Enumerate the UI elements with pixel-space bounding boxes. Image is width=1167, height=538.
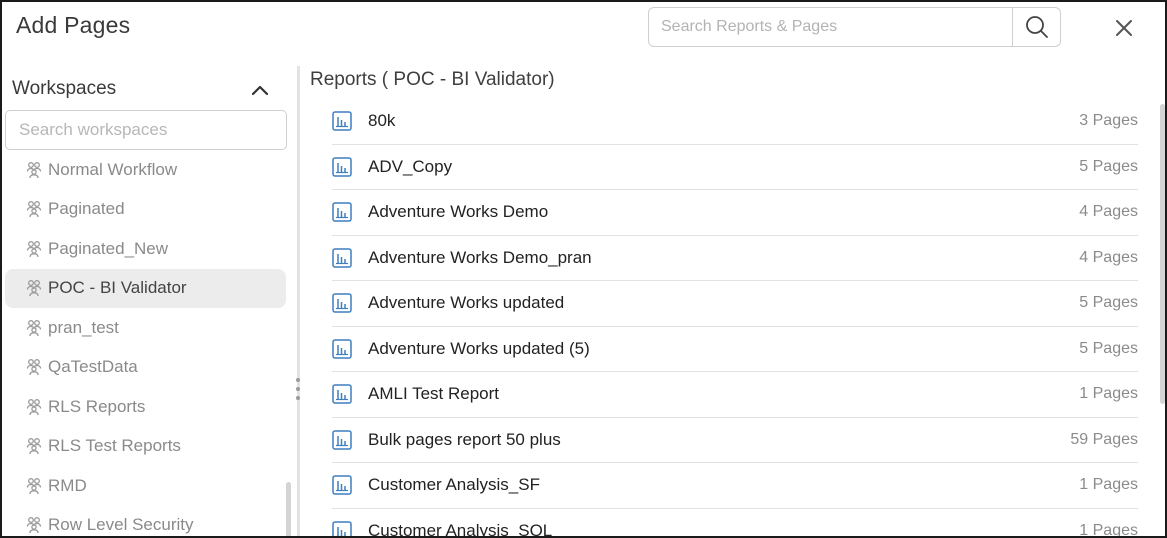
workspace-item[interactable]: QaTestData: [5, 348, 286, 388]
workspace-item-label: pran_test: [48, 317, 119, 337]
workspace-icon: [25, 239, 45, 259]
workspace-item-label: RMD: [48, 475, 87, 495]
report-page-count: 1 Pages: [1079, 476, 1138, 494]
report-icon: [332, 248, 352, 268]
workspace-item-label: QaTestData: [48, 357, 138, 377]
close-button[interactable]: [1110, 14, 1138, 42]
reports-scrollbar[interactable]: [1160, 104, 1165, 404]
reports-list: 80k 3 Pages ADV_Copy 5 Pages Adventure Works…: [332, 99, 1138, 538]
report-icon: [332, 384, 352, 404]
report-row[interactable]: Customer Analysis_SQL 1 Pages: [332, 509, 1138, 538]
reports-search-box: [648, 7, 1061, 47]
workspace-item[interactable]: Paginated: [5, 190, 286, 230]
workspace-item[interactable]: Normal Workflow: [5, 150, 286, 190]
panel-divider: [297, 66, 300, 536]
workspace-item-label: Paginated: [48, 199, 125, 219]
workspace-item[interactable]: RLS Test Reports: [5, 427, 286, 467]
workspace-item[interactable]: pran_test: [5, 308, 286, 348]
workspace-item-label: RLS Test Reports: [48, 436, 181, 456]
report-page-count: 4 Pages: [1079, 248, 1138, 266]
report-page-count: 5 Pages: [1079, 339, 1138, 357]
workspace-item[interactable]: Row Level Security: [5, 506, 286, 537]
workspace-item-label: Normal Workflow: [48, 159, 178, 179]
report-name: Adventure Works updated (5): [368, 338, 590, 358]
search-icon: [1025, 16, 1048, 38]
report-row[interactable]: Customer Analysis_SF 1 Pages: [332, 463, 1138, 509]
dialog-title: Add Pages: [16, 12, 131, 38]
workspace-item-label: Row Level Security: [48, 515, 194, 535]
report-row[interactable]: Adventure Works updated 5 Pages: [332, 281, 1138, 327]
report-icon: [332, 521, 352, 536]
workspace-item[interactable]: RMD: [5, 466, 286, 506]
workspace-item-label: POC - BI Validator: [48, 278, 187, 298]
report-icon: [332, 339, 352, 359]
report-icon: [332, 430, 352, 450]
workspaces-title: Workspaces: [12, 78, 117, 99]
report-name: Customer Analysis_SF: [368, 475, 540, 495]
report-page-count: 5 Pages: [1079, 294, 1138, 312]
report-icon: [332, 293, 352, 313]
workspace-icon: [25, 318, 45, 338]
workspace-icon: [25, 515, 45, 535]
workspaces-header: Workspaces: [12, 76, 276, 104]
report-name: Adventure Works Demo_pran: [368, 247, 592, 267]
workspace-item-label: RLS Reports: [48, 396, 146, 416]
workspace-icon: [25, 397, 45, 417]
workspace-scrollbar[interactable]: [286, 482, 291, 536]
workspaces-collapse-button[interactable]: [248, 78, 272, 102]
workspace-icon: [25, 278, 45, 298]
report-icon: [332, 475, 352, 495]
report-icon: [332, 202, 352, 222]
report-page-count: 4 Pages: [1079, 203, 1138, 221]
report-icon: [332, 157, 352, 177]
report-row[interactable]: Adventure Works Demo 4 Pages: [332, 190, 1138, 236]
workspace-list: Normal Workflow Paginated Paginated_New POC…: [5, 150, 286, 537]
report-name: 80k: [368, 111, 396, 131]
workspace-icon: [25, 476, 45, 496]
reports-heading: Reports ( POC - BI Validator): [310, 69, 555, 90]
report-page-count: 5 Pages: [1079, 157, 1138, 175]
report-row[interactable]: Bulk pages report 50 plus 59 Pages: [332, 418, 1138, 463]
report-name: Adventure Works updated: [368, 293, 565, 313]
add-pages-dialog: Add Pages Workspaces Normal Workflow Pagi…: [0, 0, 1167, 538]
workspace-item[interactable]: RLS Reports: [5, 387, 286, 427]
report-page-count: 1 Pages: [1079, 385, 1138, 403]
search-button[interactable]: [1012, 8, 1060, 46]
report-row[interactable]: AMLI Test Report 1 Pages: [332, 372, 1138, 418]
report-name: Customer Analysis_SQL: [368, 520, 553, 538]
workspace-icon: [25, 436, 45, 456]
workspace-search-field: [5, 110, 287, 150]
report-name: Bulk pages report 50 plus: [368, 429, 561, 449]
workspace-item-label: Paginated_New: [48, 238, 169, 258]
report-icon: [332, 111, 352, 131]
workspace-icon: [25, 357, 45, 377]
report-name: ADV_Copy: [368, 156, 453, 176]
workspace-item[interactable]: Paginated_New: [5, 229, 286, 269]
report-page-count: 59 Pages: [1070, 430, 1138, 448]
workspace-icon: [25, 199, 45, 219]
report-row[interactable]: 80k 3 Pages: [332, 99, 1138, 145]
report-page-count: 3 Pages: [1079, 112, 1138, 130]
reports-search-input[interactable]: [649, 8, 1013, 46]
resize-handle[interactable]: [295, 378, 301, 400]
workspace-item[interactable]: POC - BI Validator: [5, 268, 286, 308]
report-name: Adventure Works Demo: [368, 202, 549, 222]
report-row[interactable]: Adventure Works Demo_pran 4 Pages: [332, 236, 1138, 281]
report-row[interactable]: ADV_Copy 5 Pages: [332, 145, 1138, 190]
report-page-count: 1 Pages: [1079, 521, 1138, 538]
chevron-up-icon: [251, 85, 269, 96]
workspace-icon: [25, 160, 45, 180]
close-icon: [1116, 20, 1132, 36]
workspace-search-input[interactable]: [6, 111, 286, 149]
report-row[interactable]: Adventure Works updated (5) 5 Pages: [332, 327, 1138, 372]
report-name: AMLI Test Report: [368, 384, 500, 404]
